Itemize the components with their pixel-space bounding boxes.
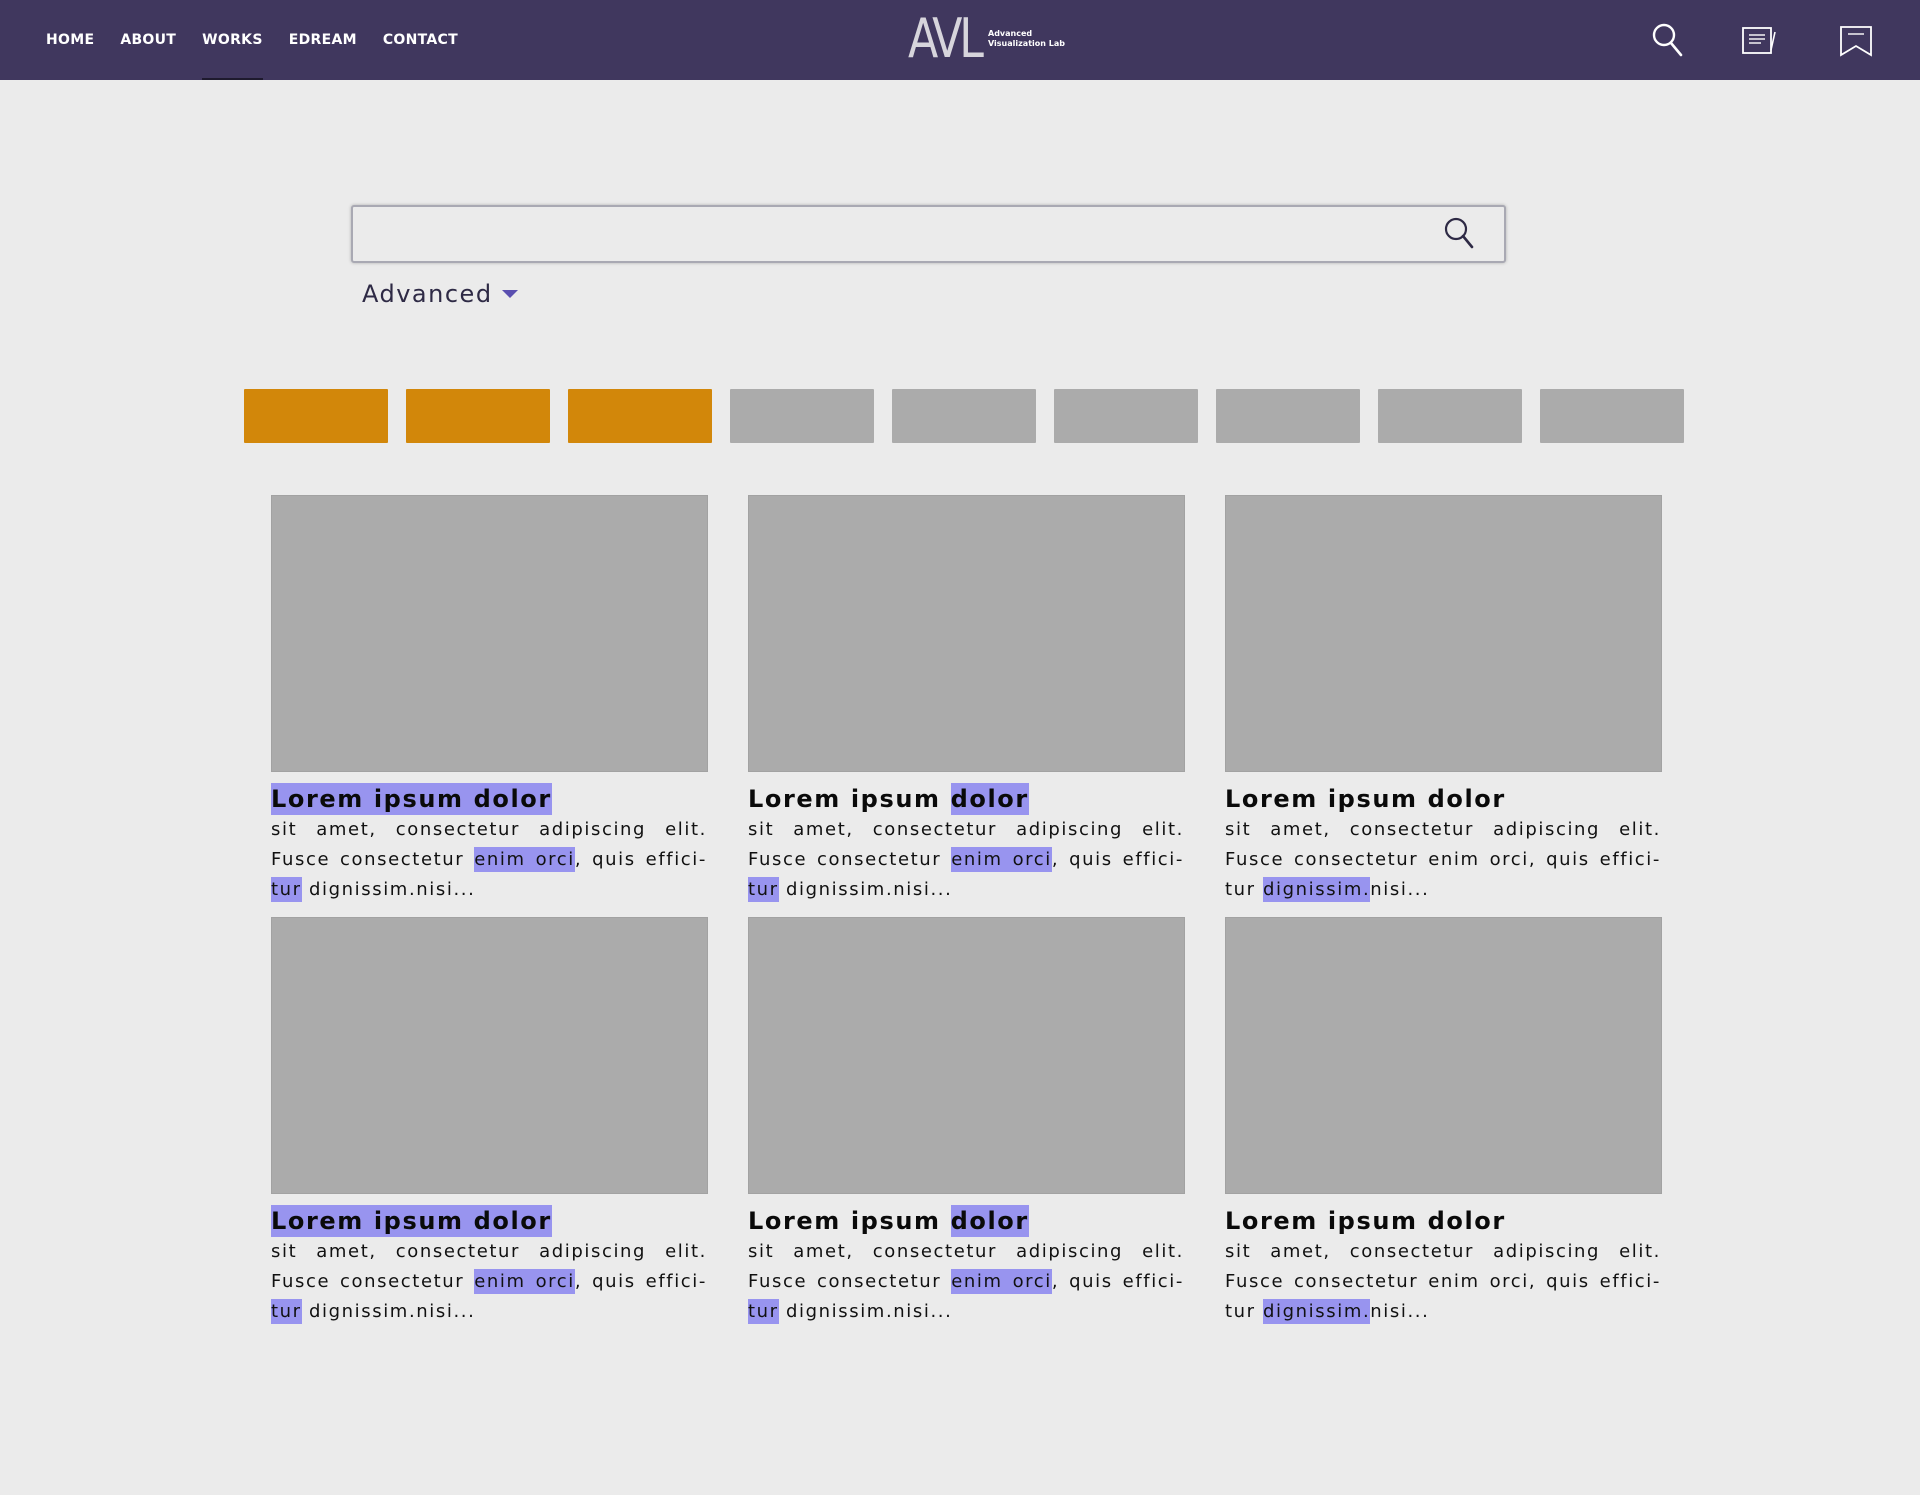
search-icon[interactable] [1648,20,1688,60]
text-run: , quis effici- [574,1271,707,1292]
text-run: dignissim.nisi... [301,879,476,900]
nav-edream[interactable]: EDREAM [289,0,357,80]
text-run: Lorem ipsum dolor [1225,785,1506,813]
card-thumbnail[interactable] [271,917,708,1194]
card-excerpt: sit amet, consectetur adipiscing elit. F… [748,1237,1184,1327]
filter-tab-7[interactable] [1216,389,1360,443]
main-nav: HOME ABOUT WORKS EDREAM CONTACT [46,0,484,80]
filter-tab-5[interactable] [892,389,1036,443]
text-run: dignissim.nisi... [778,1301,953,1322]
card-title[interactable]: Lorem ipsum dolor [748,783,1188,815]
nav-works[interactable]: WORKS [202,0,263,80]
text-run: , quis effici- [1051,1271,1184,1292]
text-run: nisi... [1370,879,1430,900]
card-title[interactable]: Lorem ipsum dolor [271,1205,711,1237]
search-input[interactable] [363,215,1427,253]
search-field [351,205,1506,263]
logo-subtitle-line2: Visualization Lab [988,39,1065,48]
highlighted-text: enim orci [474,847,575,872]
card-excerpt: sit amet, consectetur adipiscing elit. F… [1225,815,1661,905]
logo-subtitle: Advanced Visualization Lab [988,29,1065,49]
card-thumbnail[interactable] [271,495,708,772]
highlighted-text: Lorem ipsum dolor [271,783,552,815]
highlighted-text: enim orci [474,1269,575,1294]
logo-subtitle-line1: Advanced [988,29,1033,38]
advanced-search-toggle[interactable]: Advanced [362,280,519,308]
nav-home[interactable]: HOME [46,0,94,80]
text-run: , quis effici- [1051,849,1184,870]
nav-about[interactable]: ABOUT [120,0,176,80]
search-submit-icon[interactable] [1439,213,1481,255]
filter-tab-9[interactable] [1540,389,1684,443]
card-title[interactable]: Lorem ipsum dolor [1225,785,1665,813]
card-excerpt: sit amet, consectetur adipiscing elit. F… [271,815,707,905]
highlighted-text: dignissim. [1263,1299,1371,1324]
text-run: Lorem ipsum dolor [1225,1207,1506,1235]
highlighted-text: tur [271,1299,302,1324]
card-title[interactable]: Lorem ipsum dolor [748,1205,1188,1237]
filter-tab-4[interactable] [730,389,874,443]
text-run: dignissim.nisi... [778,879,953,900]
highlighted-text: dolor [950,783,1029,815]
highlighted-text: tur [748,877,779,902]
highlighted-text: tur [748,1299,779,1324]
card-thumbnail[interactable] [1225,495,1662,772]
text-run: nisi... [1370,1301,1430,1322]
highlighted-text: enim orci [951,847,1052,872]
card-excerpt: sit amet, consectetur adipiscing elit. F… [1225,1237,1661,1327]
text-run: Lorem ipsum [748,1207,951,1235]
bookmark-icon[interactable] [1836,20,1876,60]
filter-tab-2[interactable] [406,389,550,443]
top-header: HOME ABOUT WORKS EDREAM CONTACT AVL Adva… [0,0,1920,80]
highlighted-text: tur [271,877,302,902]
card-excerpt: sit amet, consectetur adipiscing elit. F… [271,1237,707,1327]
highlighted-text: enim orci [951,1269,1052,1294]
filter-tab-6[interactable] [1054,389,1198,443]
highlighted-text: Lorem ipsum dolor [271,1205,552,1237]
highlighted-text: dolor [950,1205,1029,1237]
text-run: , quis effici- [574,849,707,870]
filter-tab-3[interactable] [568,389,712,443]
card-title[interactable]: Lorem ipsum dolor [1225,1207,1665,1235]
text-run: dignissim.nisi... [301,1301,476,1322]
filter-tab-8[interactable] [1378,389,1522,443]
text-run: Lorem ipsum [748,785,951,813]
avl-logo[interactable]: AVL Advanced Visualization Lab [908,7,1065,70]
logo-wordmark: AVL [908,7,984,70]
filter-tab-1[interactable] [244,389,388,443]
card-thumbnail[interactable] [748,495,1185,772]
chevron-down-icon [501,290,518,298]
advanced-label: Advanced [362,280,493,308]
card-title[interactable]: Lorem ipsum dolor [271,783,711,815]
card-thumbnail[interactable] [748,917,1185,1194]
nav-contact[interactable]: CONTACT [383,0,458,80]
notes-icon[interactable] [1740,20,1780,60]
card-excerpt: sit amet, consectetur adipiscing elit. F… [748,815,1184,905]
card-thumbnail[interactable] [1225,917,1662,1194]
highlighted-text: dignissim. [1263,877,1371,902]
